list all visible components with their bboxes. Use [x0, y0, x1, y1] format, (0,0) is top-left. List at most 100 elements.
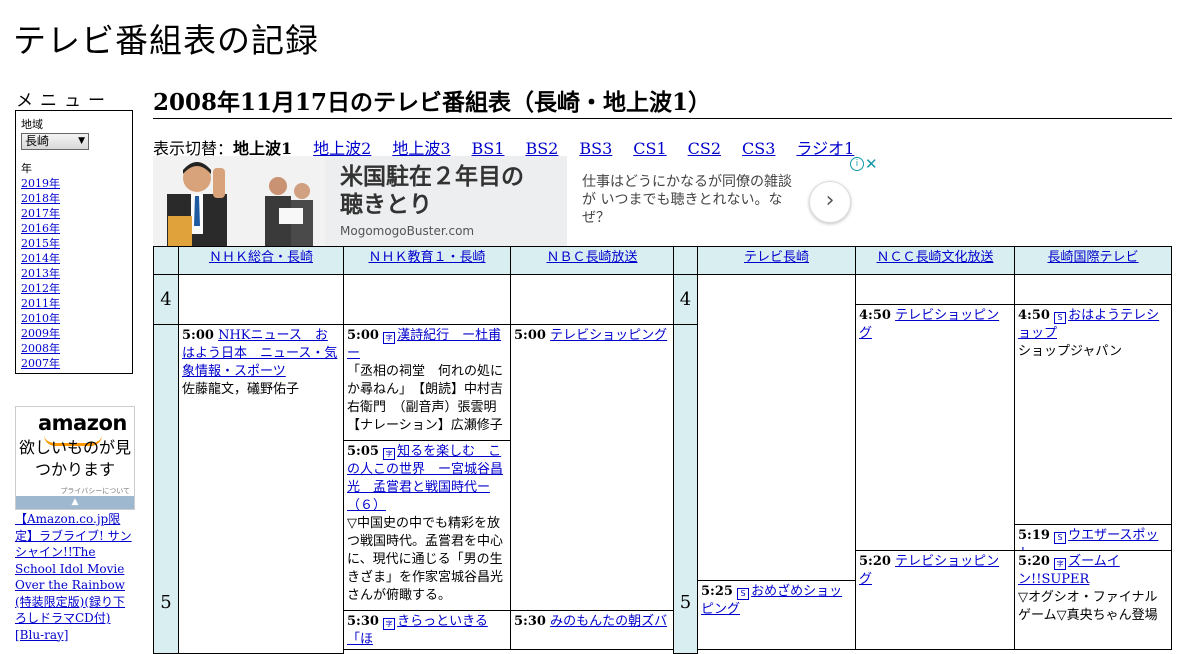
year-link[interactable]: 2015年 — [21, 237, 60, 250]
program-cell: 5:20 テレビショッピング — [855, 550, 1015, 650]
year-item: 2009年 — [21, 326, 60, 341]
program-time: 5:30 — [514, 614, 546, 629]
stereo-badge-icon: S — [737, 588, 750, 600]
year-link[interactable]: 2018年 — [21, 192, 60, 205]
menu-heading: メニュー — [16, 91, 112, 111]
year-item: 2013年 — [21, 266, 60, 281]
program-time: 5:30 — [347, 614, 379, 629]
program-cell: 5:19 Sウエザースポット — [1014, 524, 1172, 551]
ad-banner[interactable]: 米国駐在２年目の聴きとり MogomogoBuster.com 仕事はどうにかな… — [153, 156, 881, 246]
program-time: 5:20 — [1018, 554, 1050, 569]
channel-link[interactable]: テレビ長崎 — [744, 250, 809, 265]
subtitle-badge-icon: 字 — [383, 618, 396, 630]
program-time: 5:05 — [347, 444, 379, 459]
ad-next-button[interactable]: › — [809, 181, 851, 223]
program-title-link[interactable]: テレビショッピング — [550, 328, 667, 343]
program-cell: 5:05 字知るを楽しむ この人この世界 ー宮城谷昌光 孟嘗君と戦国時代ー（６）… — [343, 440, 511, 611]
chevron-right-icon: › — [825, 188, 835, 213]
year-link[interactable]: 2014年 — [21, 252, 60, 265]
program-time: 5:00 — [514, 328, 546, 343]
program-description: ショップジャパン — [1018, 344, 1123, 359]
year-item: 2010年 — [21, 311, 60, 326]
hour-cell: 5 — [673, 324, 698, 654]
program-cell: 5:25 S おめざめショッピング — [697, 580, 856, 650]
subtitle-badge-icon: 字 — [383, 332, 396, 344]
year-link[interactable]: 2007年 — [21, 357, 60, 370]
year-item: 2015年 — [21, 236, 60, 251]
year-item: 2018年 — [21, 191, 60, 206]
amazon-collapse-bar[interactable]: ▲ — [16, 496, 134, 509]
program-description: ▽オグシオ・ファイナルゲーム▽真央ちゃん登場 — [1018, 590, 1158, 623]
channel-link[interactable]: ＮＣＣ長崎文化放送 — [876, 250, 993, 265]
hour-cell: 4 — [673, 274, 698, 325]
year-item: 2007年 — [21, 356, 60, 371]
program-description: ▽中国史の中でも精彩を放つ戦国時代。孟嘗君を中心に、現代に通じる「男の生きざま」… — [347, 516, 504, 603]
program-time: 5:00 — [182, 328, 214, 343]
year-link[interactable]: 2009年 — [21, 327, 60, 340]
empty-slot — [178, 274, 344, 325]
amazon-product-link[interactable]: 【Amazon.co.jp限定】ラブライブ! サンシャイン!!The Schoo… — [15, 511, 137, 643]
year-link[interactable]: 2010年 — [21, 312, 60, 325]
program-cell: 4:50 S おはようテレショップ ショップジャパン — [1014, 304, 1172, 525]
caret-up-icon: ▲ — [71, 497, 79, 507]
year-link[interactable]: 2017年 — [21, 207, 60, 220]
channel-header: ＮＨＫ総合・長崎 — [178, 246, 344, 275]
year-link[interactable]: 2008年 — [21, 342, 60, 355]
ad-close-icon[interactable]: ✕ — [865, 156, 878, 173]
year-item: 2014年 — [21, 251, 60, 266]
region-label: 地域 — [21, 118, 43, 131]
stereo-badge-icon: S — [1054, 312, 1067, 324]
year-item: 2019年 — [21, 176, 60, 191]
program-cell: 5:00 字漢詩紀行 ー杜甫ー 「丞相の祠堂 何れの処にか尋ねん」 【朗読】中村… — [343, 324, 511, 441]
channel-link[interactable]: ＮＢＣ長崎放送 — [546, 250, 637, 265]
program-title-link[interactable]: みのもんたの朝ズバ — [550, 614, 667, 629]
program-description: 「丞相の祠堂 何れの処にか尋ねん」 【朗読】中村吉右衛門 （副音声）張雲明【ナレ… — [347, 364, 504, 433]
ad-text-panel: 米国駐在２年目の聴きとり MogomogoBuster.com — [325, 156, 567, 246]
empty-slot — [855, 274, 1015, 305]
program-time: 5:00 — [347, 328, 379, 343]
businessman-illustration — [153, 156, 325, 246]
dropdown-arrow-icon: ▼ — [78, 136, 85, 146]
year-list: 2019年 2018年 2017年 2016年 2015年 2014年 2013… — [21, 176, 60, 371]
program-time: 5:19 — [1018, 528, 1050, 543]
channel-header: ＮＣＣ長崎文化放送 — [855, 246, 1015, 275]
channel-link[interactable]: ＮＨＫ教育１・長崎 — [368, 250, 485, 265]
program-time: 4:50 — [1018, 308, 1050, 323]
hour-cell: 5 — [153, 324, 179, 654]
year-link[interactable]: 2016年 — [21, 222, 60, 235]
site-title: テレビ番組表の記録 — [13, 21, 319, 60]
channel-link[interactable]: 長崎国際テレビ — [1047, 250, 1138, 265]
year-link[interactable]: 2012年 — [21, 282, 60, 295]
year-link[interactable]: 2019年 — [21, 177, 60, 190]
year-link[interactable]: 2013年 — [21, 267, 60, 280]
year-item: 2016年 — [21, 221, 60, 236]
program-cell: 5:30 みのもんたの朝ズバ — [510, 610, 674, 650]
ad-photo — [153, 156, 325, 246]
year-item: 2008年 — [21, 341, 60, 356]
region-select-value: 長崎 — [25, 134, 50, 148]
empty-slot — [510, 274, 674, 325]
ad-domain: MogomogoBuster.com — [340, 224, 475, 238]
program-description: 佐藤龍文，礒野佑子 — [182, 382, 300, 397]
channel-link[interactable]: ＮＨＫ総合・長崎 — [209, 250, 313, 265]
amazon-ad[interactable]: amazon 欲しいものが見つかります プライバシーについて ▲ — [15, 406, 135, 510]
ad-info-icon[interactable]: i — [850, 157, 864, 171]
corner-cell — [673, 246, 698, 275]
year-item: 2012年 — [21, 281, 60, 296]
channel-header: 長崎国際テレビ — [1014, 246, 1172, 275]
region-select[interactable]: 長崎 ▼ — [21, 133, 89, 150]
year-link[interactable]: 2011年 — [21, 297, 60, 310]
program-cell: 4:50 テレビショッピング — [855, 304, 1015, 551]
program-cell: 5:00 テレビショッピング — [510, 324, 674, 611]
program-cell: 5:20 字ズームイン!!SUPER ▽オグシオ・ファイナルゲーム▽真央ちゃん登… — [1014, 550, 1172, 650]
channel-header: テレビ長崎 — [697, 246, 856, 275]
ad-description: 仕事はどうにかなるが同僚の雑談が いつまでも聴きとれない。なぜ？ — [582, 174, 792, 226]
corner-cell — [153, 246, 179, 275]
page-heading: 2008年11月17日のテレビ番組表（長崎・地上波1） — [153, 83, 1172, 119]
amazon-privacy-link[interactable]: プライバシーについて — [60, 486, 130, 496]
program-time: 5:20 — [859, 554, 891, 569]
program-time: 5:25 — [701, 584, 733, 599]
year-item: 2011年 — [21, 296, 60, 311]
channel-header: ＮＢＣ長崎放送 — [510, 246, 674, 275]
ad-headline: 米国駐在２年目の聴きとり — [340, 164, 524, 218]
